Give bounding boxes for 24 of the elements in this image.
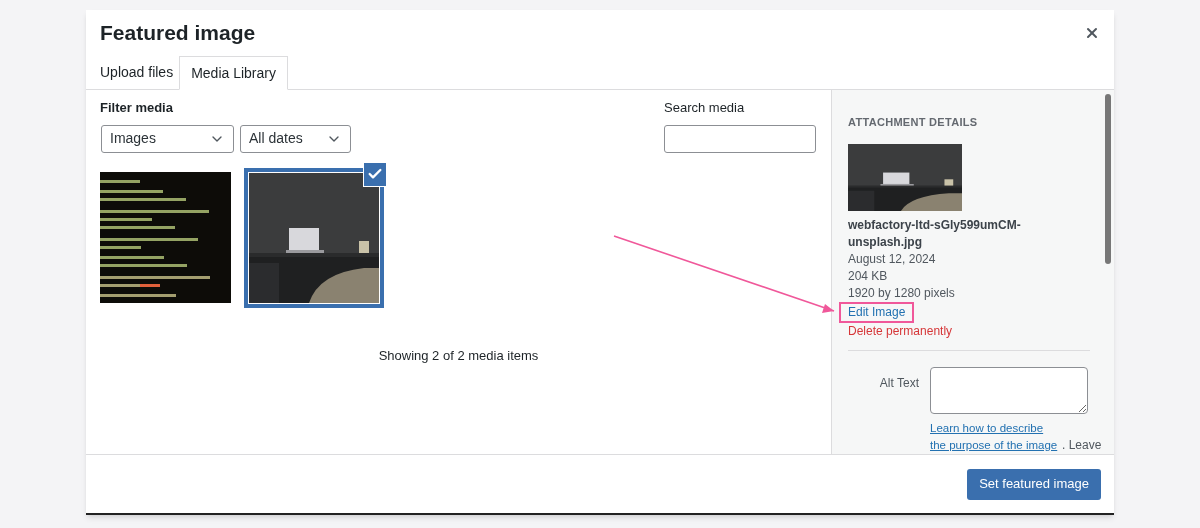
alt-text-label: Alt Text: [878, 375, 919, 392]
status-text: Showing 2 of 2 media items: [378, 346, 539, 365]
set-featured-image-button[interactable]: Set featured image: [967, 468, 1101, 500]
search-field[interactable]: [664, 124, 816, 153]
file-dimensions: 1920 by 1280 pixels: [848, 285, 956, 302]
filter-dropdown[interactable]: All dates: [240, 124, 351, 153]
tab[interactable]: Media Library: [179, 56, 288, 90]
search-label: Search media: [664, 99, 746, 117]
file-size: 204 KB: [848, 268, 889, 285]
dialog-title: Featured image: [100, 20, 256, 47]
filter-dropdown[interactable]: Images: [101, 124, 234, 153]
scrollbar[interactable]: [1105, 94, 1111, 264]
tab[interactable]: Upload files: [94, 55, 180, 89]
help-link[interactable]: Learn how to describe the purpose of the image: [930, 420, 1062, 454]
edit-image-link[interactable]: Edit Image: [839, 302, 915, 323]
filter-label: Filter media: [100, 99, 174, 117]
check-icon[interactable]: [363, 161, 387, 187]
details-heading: ATTACHMENT DETAILS: [848, 115, 979, 130]
file-name: webfactory-ltd-sGly599umCM-unsplash.jpg: [848, 217, 1022, 251]
help-text: . Leave: [1062, 437, 1102, 454]
close-icon[interactable]: [1084, 25, 1100, 41]
alt-text-field[interactable]: [930, 367, 1088, 414]
delete-link[interactable]: Delete permanently: [848, 323, 953, 340]
file-date: August 12, 2024: [848, 251, 937, 268]
